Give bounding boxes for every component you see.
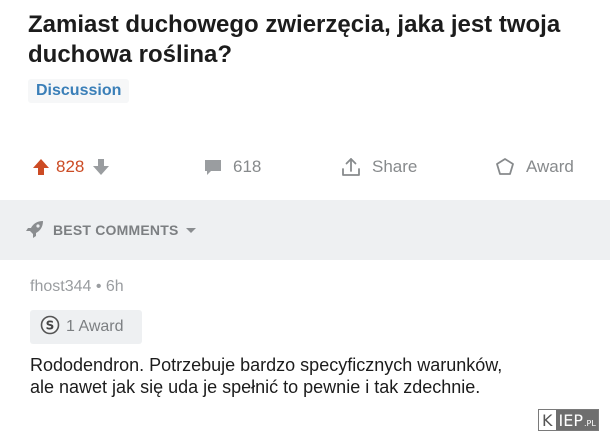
comment-body: Rododendron. Potrzebuje bardzo specyficz… <box>30 355 503 397</box>
award-label: Award <box>526 157 574 176</box>
rocket-icon <box>25 219 45 242</box>
award-count: 1 Award <box>66 318 124 335</box>
comment-meta: fhost344 • 6h <box>30 278 124 295</box>
award-icon <box>494 156 516 178</box>
kiep-logo: K IEP .PL <box>538 409 599 431</box>
comment-sort-bar: BEST COMMENTS <box>0 200 610 260</box>
share-label: Share <box>372 157 418 176</box>
logo-k: K <box>542 410 553 430</box>
silver-award-icon: S <box>40 315 60 340</box>
chevron-down-icon <box>185 222 197 238</box>
share-button[interactable]: Share <box>340 150 417 184</box>
post-title: Zamiast duchowego zwierzęcia, jaka jest … <box>28 11 561 68</box>
comments-button[interactable]: 618 <box>203 150 261 184</box>
comment-icon <box>203 158 223 176</box>
upvote-icon[interactable] <box>32 158 50 176</box>
comments-count: 618 <box>233 157 262 176</box>
downvote-icon[interactable] <box>92 158 110 176</box>
vote-count: 828 <box>56 157 85 176</box>
vote-group: 828 <box>32 150 110 184</box>
logo-iep-text: IEP <box>558 410 583 430</box>
sort-dropdown[interactable]: BEST COMMENTS <box>25 218 197 242</box>
post-flair[interactable]: Discussion <box>28 79 130 103</box>
post-actions: 828 618 Share Award <box>28 150 588 184</box>
logo-iep: IEP .PL <box>555 410 598 430</box>
svg-text:S: S <box>46 318 55 332</box>
comment-award-badge[interactable]: S 1 Award <box>30 310 142 344</box>
logo-pl: .PL <box>583 419 596 428</box>
award-button[interactable]: Award <box>494 150 574 184</box>
share-icon <box>340 156 362 178</box>
sort-label: BEST COMMENTS <box>53 222 179 238</box>
